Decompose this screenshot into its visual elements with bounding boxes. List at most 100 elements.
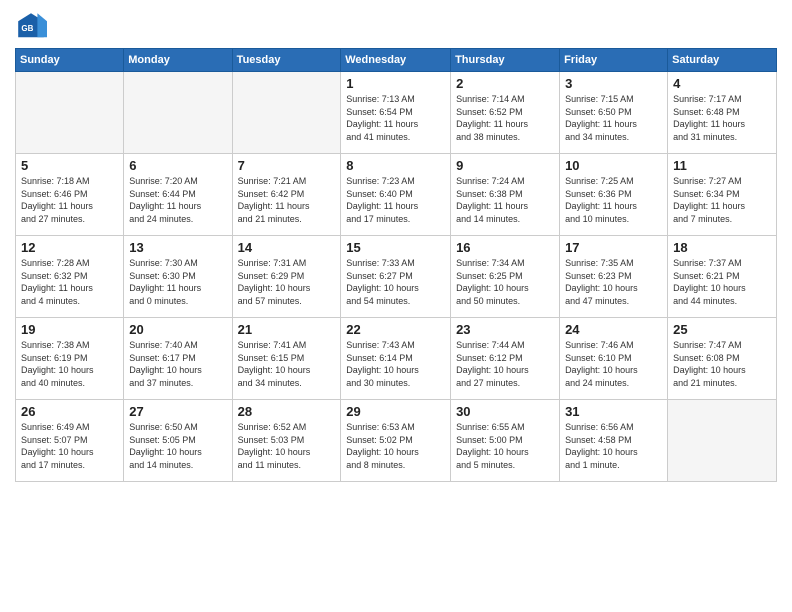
logo: GB xyxy=(15,10,51,42)
calendar-week-row: 12 Sunrise: 7:28 AM Sunset: 6:32 PM Dayli… xyxy=(16,236,777,318)
logo-icon: GB xyxy=(15,10,47,42)
day-number: 6 xyxy=(129,158,226,173)
day-info: Sunrise: 7:27 AM Sunset: 6:34 PM Dayligh… xyxy=(673,175,771,225)
day-info: Sunrise: 7:40 AM Sunset: 6:17 PM Dayligh… xyxy=(129,339,226,389)
day-info: Sunrise: 6:49 AM Sunset: 5:07 PM Dayligh… xyxy=(21,421,118,471)
day-number: 22 xyxy=(346,322,445,337)
weekday-header-wednesday: Wednesday xyxy=(341,49,451,72)
day-info: Sunrise: 7:34 AM Sunset: 6:25 PM Dayligh… xyxy=(456,257,554,307)
calendar-cell: 23 Sunrise: 7:44 AM Sunset: 6:12 PM Dayli… xyxy=(451,318,560,400)
calendar-cell: 26Sunrise: 6:49 AM Sunset: 5:07 PM Dayli… xyxy=(16,400,124,482)
calendar-cell: 13Sunrise: 7:30 AM Sunset: 6:30 PM Dayli… xyxy=(124,236,232,318)
calendar-cell: 14 Sunrise: 7:31 AM Sunset: 6:29 PM Dayli… xyxy=(232,236,341,318)
calendar-cell: 9Sunrise: 7:24 AM Sunset: 6:38 PM Daylig… xyxy=(451,154,560,236)
calendar-cell xyxy=(668,400,777,482)
day-number: 19 xyxy=(21,322,118,337)
calendar-cell: 11 Sunrise: 7:27 AM Sunset: 6:34 PM Dayli… xyxy=(668,154,777,236)
day-info: Sunrise: 7:14 AM Sunset: 6:52 PM Dayligh… xyxy=(456,93,554,143)
calendar-cell: 25 Sunrise: 7:47 AM Sunset: 6:08 PM Dayli… xyxy=(668,318,777,400)
weekday-header-tuesday: Tuesday xyxy=(232,49,341,72)
day-info: Sunrise: 7:13 AM Sunset: 6:54 PM Dayligh… xyxy=(346,93,445,143)
day-number: 1 xyxy=(346,76,445,91)
calendar-cell: 6 Sunrise: 7:20 AM Sunset: 6:44 PM Daylig… xyxy=(124,154,232,236)
weekday-header-friday: Friday xyxy=(560,49,668,72)
day-info: Sunrise: 7:30 AM Sunset: 6:30 PM Dayligh… xyxy=(129,257,226,307)
calendar-cell: 21Sunrise: 7:41 AM Sunset: 6:15 PM Dayli… xyxy=(232,318,341,400)
day-number: 15 xyxy=(346,240,445,255)
day-number: 25 xyxy=(673,322,771,337)
calendar-week-row: 5 Sunrise: 7:18 AM Sunset: 6:46 PM Daylig… xyxy=(16,154,777,236)
weekday-header-saturday: Saturday xyxy=(668,49,777,72)
calendar-cell: 8 Sunrise: 7:23 AM Sunset: 6:40 PM Daylig… xyxy=(341,154,451,236)
weekday-header-row: SundayMondayTuesdayWednesdayThursdayFrid… xyxy=(16,49,777,72)
day-number: 5 xyxy=(21,158,118,173)
day-info: Sunrise: 7:15 AM Sunset: 6:50 PM Dayligh… xyxy=(565,93,662,143)
calendar-cell: 1 Sunrise: 7:13 AM Sunset: 6:54 PM Daylig… xyxy=(341,72,451,154)
day-number: 14 xyxy=(238,240,336,255)
day-info: Sunrise: 6:50 AM Sunset: 5:05 PM Dayligh… xyxy=(129,421,226,471)
day-info: Sunrise: 7:28 AM Sunset: 6:32 PM Dayligh… xyxy=(21,257,118,307)
day-info: Sunrise: 7:18 AM Sunset: 6:46 PM Dayligh… xyxy=(21,175,118,225)
calendar-cell: 15 Sunrise: 7:33 AM Sunset: 6:27 PM Dayli… xyxy=(341,236,451,318)
day-number: 10 xyxy=(565,158,662,173)
day-number: 2 xyxy=(456,76,554,91)
calendar-week-row: 26Sunrise: 6:49 AM Sunset: 5:07 PM Dayli… xyxy=(16,400,777,482)
calendar-cell: 5 Sunrise: 7:18 AM Sunset: 6:46 PM Daylig… xyxy=(16,154,124,236)
day-number: 29 xyxy=(346,404,445,419)
calendar-cell: 22 Sunrise: 7:43 AM Sunset: 6:14 PM Dayli… xyxy=(341,318,451,400)
day-info: Sunrise: 7:46 AM Sunset: 6:10 PM Dayligh… xyxy=(565,339,662,389)
calendar-cell: 18 Sunrise: 7:37 AM Sunset: 6:21 PM Dayli… xyxy=(668,236,777,318)
calendar-cell: 7 Sunrise: 7:21 AM Sunset: 6:42 PM Daylig… xyxy=(232,154,341,236)
calendar-cell: 30 Sunrise: 6:55 AM Sunset: 5:00 PM Dayli… xyxy=(451,400,560,482)
calendar-cell: 4Sunrise: 7:17 AM Sunset: 6:48 PM Daylig… xyxy=(668,72,777,154)
day-info: Sunrise: 7:47 AM Sunset: 6:08 PM Dayligh… xyxy=(673,339,771,389)
day-number: 30 xyxy=(456,404,554,419)
calendar-cell: 10 Sunrise: 7:25 AM Sunset: 6:36 PM Dayli… xyxy=(560,154,668,236)
day-number: 20 xyxy=(129,322,226,337)
day-info: Sunrise: 6:52 AM Sunset: 5:03 PM Dayligh… xyxy=(238,421,336,471)
day-number: 21 xyxy=(238,322,336,337)
day-number: 24 xyxy=(565,322,662,337)
day-info: Sunrise: 7:23 AM Sunset: 6:40 PM Dayligh… xyxy=(346,175,445,225)
calendar-cell: 20 Sunrise: 7:40 AM Sunset: 6:17 PM Dayli… xyxy=(124,318,232,400)
day-number: 8 xyxy=(346,158,445,173)
calendar-cell: 27Sunrise: 6:50 AM Sunset: 5:05 PM Dayli… xyxy=(124,400,232,482)
calendar-cell: 17Sunrise: 7:35 AM Sunset: 6:23 PM Dayli… xyxy=(560,236,668,318)
day-number: 18 xyxy=(673,240,771,255)
calendar-week-row: 1 Sunrise: 7:13 AM Sunset: 6:54 PM Daylig… xyxy=(16,72,777,154)
day-number: 17 xyxy=(565,240,662,255)
calendar-week-row: 19 Sunrise: 7:38 AM Sunset: 6:19 PM Dayli… xyxy=(16,318,777,400)
calendar-cell xyxy=(16,72,124,154)
day-number: 28 xyxy=(238,404,336,419)
day-info: Sunrise: 7:38 AM Sunset: 6:19 PM Dayligh… xyxy=(21,339,118,389)
day-info: Sunrise: 7:44 AM Sunset: 6:12 PM Dayligh… xyxy=(456,339,554,389)
day-info: Sunrise: 6:53 AM Sunset: 5:02 PM Dayligh… xyxy=(346,421,445,471)
day-info: Sunrise: 7:37 AM Sunset: 6:21 PM Dayligh… xyxy=(673,257,771,307)
day-info: Sunrise: 6:56 AM Sunset: 4:58 PM Dayligh… xyxy=(565,421,662,471)
weekday-header-sunday: Sunday xyxy=(16,49,124,72)
day-info: Sunrise: 7:21 AM Sunset: 6:42 PM Dayligh… xyxy=(238,175,336,225)
day-info: Sunrise: 7:25 AM Sunset: 6:36 PM Dayligh… xyxy=(565,175,662,225)
day-info: Sunrise: 7:43 AM Sunset: 6:14 PM Dayligh… xyxy=(346,339,445,389)
calendar-cell: 19 Sunrise: 7:38 AM Sunset: 6:19 PM Dayli… xyxy=(16,318,124,400)
weekday-header-thursday: Thursday xyxy=(451,49,560,72)
header: GB xyxy=(15,10,777,42)
day-number: 7 xyxy=(238,158,336,173)
calendar-table: SundayMondayTuesdayWednesdayThursdayFrid… xyxy=(15,48,777,482)
day-info: Sunrise: 7:33 AM Sunset: 6:27 PM Dayligh… xyxy=(346,257,445,307)
day-info: Sunrise: 6:55 AM Sunset: 5:00 PM Dayligh… xyxy=(456,421,554,471)
day-number: 11 xyxy=(673,158,771,173)
day-number: 12 xyxy=(21,240,118,255)
calendar-cell: 12 Sunrise: 7:28 AM Sunset: 6:32 PM Dayli… xyxy=(16,236,124,318)
day-info: Sunrise: 7:31 AM Sunset: 6:29 PM Dayligh… xyxy=(238,257,336,307)
day-number: 31 xyxy=(565,404,662,419)
day-info: Sunrise: 7:20 AM Sunset: 6:44 PM Dayligh… xyxy=(129,175,226,225)
calendar-cell xyxy=(124,72,232,154)
calendar-cell: 24 Sunrise: 7:46 AM Sunset: 6:10 PM Dayli… xyxy=(560,318,668,400)
calendar-cell: 2 Sunrise: 7:14 AM Sunset: 6:52 PM Daylig… xyxy=(451,72,560,154)
calendar-cell: 16Sunrise: 7:34 AM Sunset: 6:25 PM Dayli… xyxy=(451,236,560,318)
day-number: 23 xyxy=(456,322,554,337)
calendar-cell: 31 Sunrise: 6:56 AM Sunset: 4:58 PM Dayli… xyxy=(560,400,668,482)
day-number: 4 xyxy=(673,76,771,91)
day-info: Sunrise: 7:24 AM Sunset: 6:38 PM Dayligh… xyxy=(456,175,554,225)
